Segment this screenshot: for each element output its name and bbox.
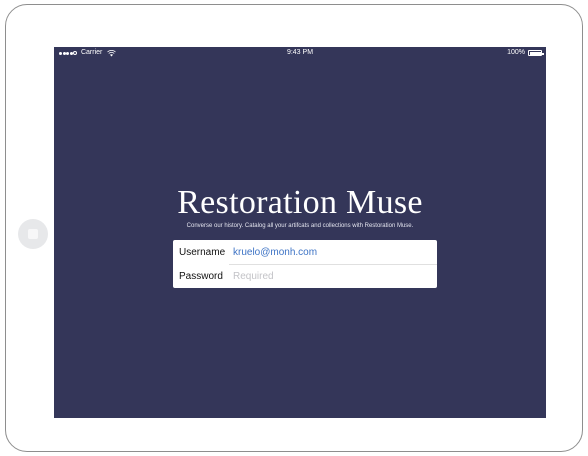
home-button-icon (28, 229, 38, 239)
home-button[interactable] (18, 219, 48, 249)
battery-percent: 100% (507, 49, 525, 56)
status-time: 9:43 PM (286, 49, 314, 56)
app-screen: Carrier 9:43 PM 100% Restoration Muse Co… (54, 47, 546, 418)
battery-icon (528, 50, 544, 56)
password-input[interactable] (233, 270, 423, 282)
app-title: Restoration Muse (177, 184, 423, 221)
username-label: Username (179, 246, 226, 258)
login-form: Username Password (173, 240, 437, 288)
username-row[interactable]: Username (173, 240, 437, 264)
status-bar: Carrier 9:43 PM 100% (54, 47, 546, 59)
app-subtitle: Converse our history. Catalog all your a… (186, 223, 414, 229)
status-right: 100% (507, 47, 544, 59)
username-input[interactable] (233, 246, 423, 258)
password-row[interactable]: Password (173, 264, 437, 288)
password-label: Password (179, 270, 223, 282)
